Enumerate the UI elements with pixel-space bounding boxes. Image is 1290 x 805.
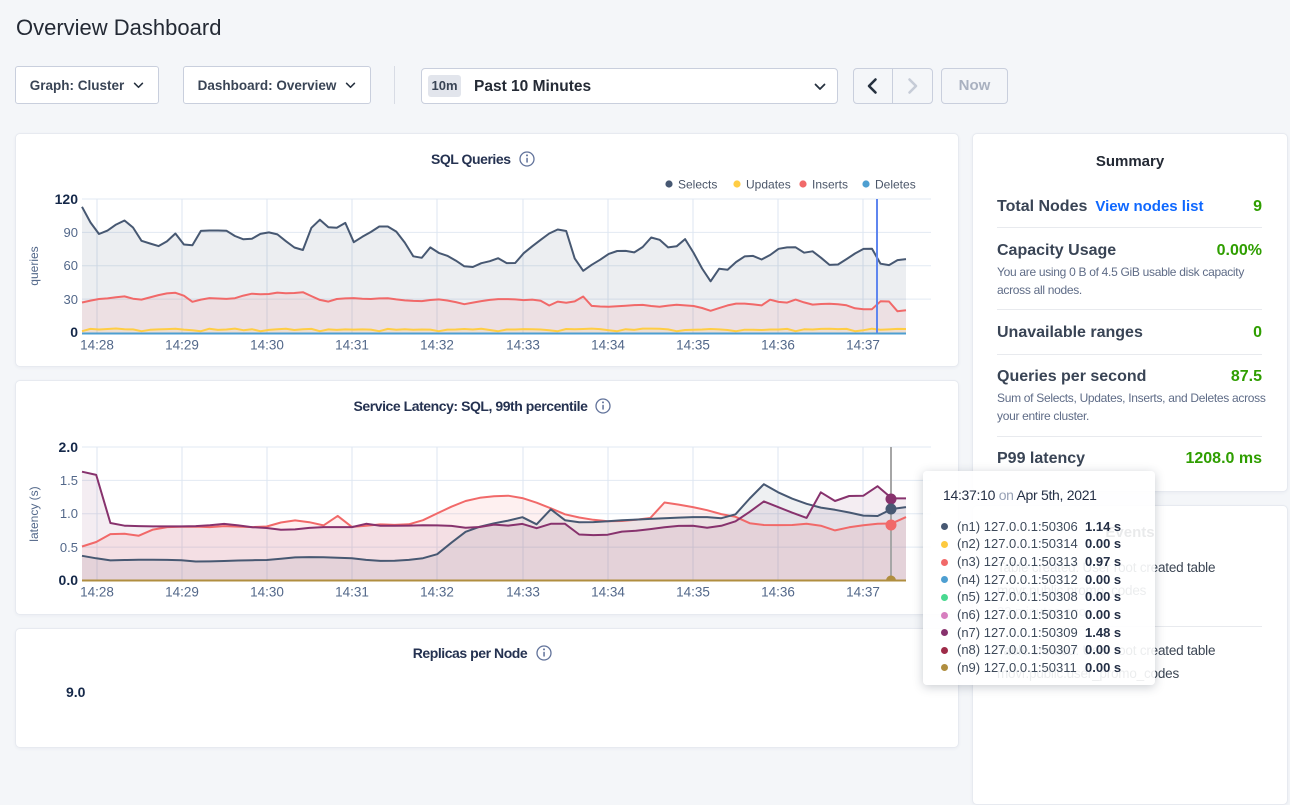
svg-text:14:30: 14:30: [250, 338, 284, 353]
svg-text:14:32: 14:32: [420, 585, 454, 600]
svg-text:14:33: 14:33: [506, 338, 540, 353]
svg-text:14:28: 14:28: [80, 585, 114, 600]
svg-text:14:35: 14:35: [676, 338, 710, 353]
svg-text:0.5: 0.5: [60, 540, 78, 555]
svg-text:14:36: 14:36: [761, 585, 795, 600]
svg-text:30: 30: [64, 292, 78, 307]
svg-text:14:35: 14:35: [676, 585, 710, 600]
svg-text:0.0: 0.0: [59, 572, 79, 588]
svg-text:Inserts: Inserts: [812, 178, 848, 192]
svg-text:Updates: Updates: [746, 178, 791, 192]
svg-text:1.5: 1.5: [60, 473, 78, 488]
svg-text:queries: queries: [27, 246, 41, 285]
svg-text:1.0: 1.0: [60, 506, 78, 521]
svg-text:14:31: 14:31: [335, 585, 369, 600]
svg-text:14:34: 14:34: [591, 585, 625, 600]
svg-text:90: 90: [64, 225, 78, 240]
svg-text:latency (s): latency (s): [27, 486, 41, 541]
svg-text:14:29: 14:29: [165, 585, 199, 600]
svg-text:Selects: Selects: [678, 178, 717, 192]
svg-text:60: 60: [64, 258, 78, 273]
svg-text:14:37: 14:37: [846, 338, 880, 353]
svg-text:14:34: 14:34: [591, 338, 625, 353]
svg-text:Deletes: Deletes: [875, 178, 916, 192]
svg-text:0: 0: [70, 324, 78, 340]
svg-text:14:37: 14:37: [846, 585, 880, 600]
svg-text:14:29: 14:29: [165, 338, 199, 353]
svg-text:14:33: 14:33: [506, 585, 540, 600]
svg-text:14:28: 14:28: [80, 338, 114, 353]
svg-text:120: 120: [55, 191, 79, 207]
svg-text:2.0: 2.0: [59, 439, 79, 455]
svg-text:14:30: 14:30: [250, 585, 284, 600]
svg-text:14:31: 14:31: [335, 338, 369, 353]
svg-text:14:32: 14:32: [420, 338, 454, 353]
svg-text:14:36: 14:36: [761, 338, 795, 353]
